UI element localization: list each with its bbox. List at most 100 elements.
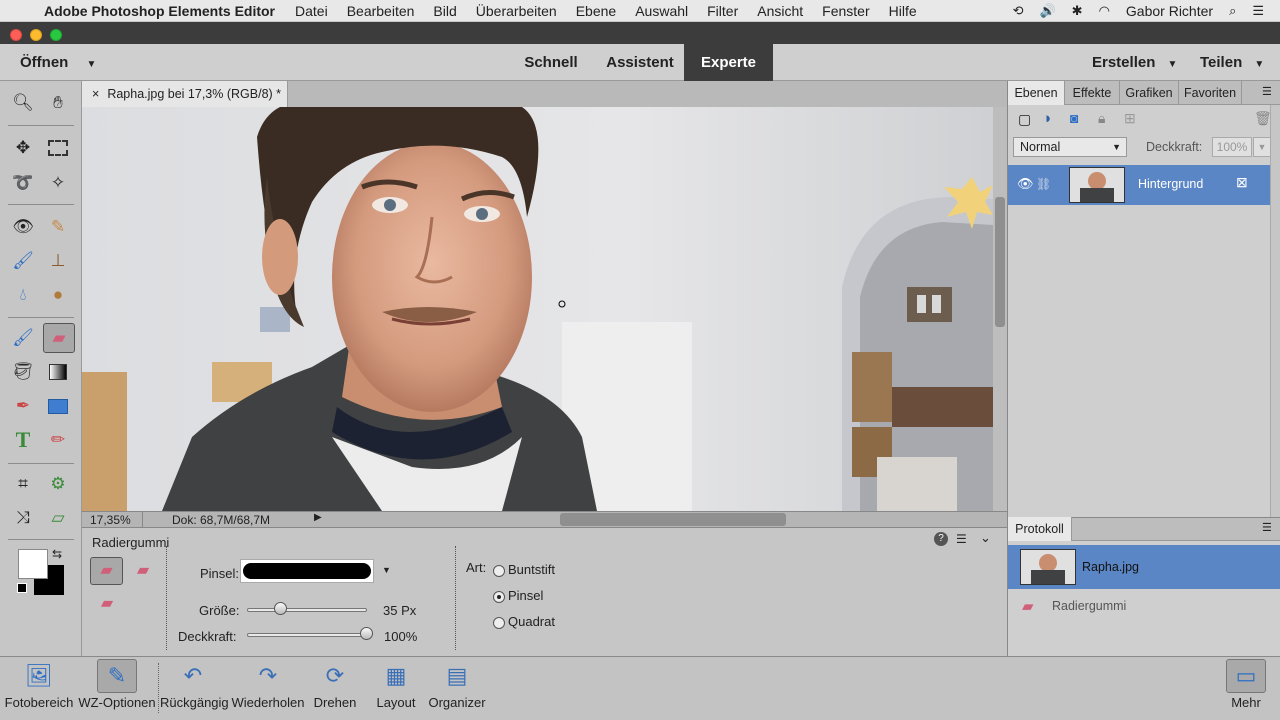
link-layer-icon[interactable]: ⛓︎ [1036, 177, 1051, 191]
recompose-tool-icon[interactable]: ⚙︎ [43, 470, 73, 498]
history-item-radiergummi[interactable]: ▰ Radiergummi [1008, 591, 1280, 621]
tab-ebenen[interactable]: Ebenen [1008, 81, 1065, 105]
crop-tool-icon[interactable]: ⌗ [8, 470, 38, 498]
zoom-tool-icon[interactable]: 🔍︎ [8, 89, 38, 117]
type-option-pinsel[interactable]: Pinsel [493, 588, 543, 603]
opacity-slider-knob[interactable] [360, 627, 373, 640]
layer-name[interactable]: Hintergrund [1138, 177, 1203, 191]
organizer-button[interactable]: ▤ Organizer [426, 659, 488, 710]
open-button[interactable]: Öffnen ▼ [20, 44, 110, 81]
smart-brush-tool-icon[interactable]: 🖌︎ [8, 247, 38, 275]
more-button[interactable]: ▭ Mehr [1222, 659, 1270, 710]
minimize-window-button[interactable] [30, 29, 42, 41]
menu-bild[interactable]: Bild [433, 3, 456, 19]
eyedropper-tool-icon[interactable]: ✒ [8, 392, 38, 420]
size-slider-track[interactable] [247, 608, 367, 612]
red-eye-tool-icon[interactable]: 👁︎ [8, 213, 38, 241]
menu-ueberarbeiten[interactable]: Überarbeiten [476, 3, 557, 19]
type-option-buntstift[interactable]: Buntstift [493, 562, 555, 577]
new-layer-icon[interactable]: ▢ [1018, 111, 1031, 128]
close-tab-icon[interactable]: × [92, 87, 99, 101]
eraser-variant-icon[interactable]: ▰ [90, 557, 123, 585]
sponge-tool-icon[interactable]: ● [43, 281, 73, 309]
spot-healing-tool-icon[interactable]: ✎ [43, 213, 73, 241]
gradient-tool-icon[interactable] [43, 358, 73, 386]
zoom-level[interactable]: 17,35% [90, 513, 131, 527]
tab-protokoll[interactable]: Protokoll [1008, 517, 1072, 541]
horizontal-scroll-thumb[interactable] [560, 513, 786, 526]
default-colors-icon[interactable] [17, 583, 27, 593]
magic-eraser-icon[interactable]: ▰ [92, 592, 122, 618]
time-machine-icon[interactable]: ⟲ [1013, 3, 1024, 19]
blend-mode-select[interactable]: Normal ▼ [1013, 137, 1127, 157]
menu-ebene[interactable]: Ebene [576, 3, 616, 19]
content-aware-move-tool-icon[interactable]: ⤨ [8, 504, 38, 532]
eraser-tool-icon[interactable]: ▰ [43, 323, 75, 353]
layers-scrollbar[interactable] [1270, 105, 1280, 519]
layer-opacity-dropdown-icon[interactable]: ▼ [1253, 137, 1271, 157]
document-tab[interactable]: × Rapha.jpg bei 17,3% (RGB/8) * [82, 81, 288, 107]
clone-stamp-tool-icon[interactable]: ⊥ [43, 247, 73, 275]
collapse-chevron-icon[interactable]: ⌄ [980, 530, 991, 546]
pencil-tool-icon[interactable]: ✏︎ [43, 426, 73, 454]
notification-center-icon[interactable]: ☰ [1252, 3, 1264, 19]
menu-auswahl[interactable]: Auswahl [635, 3, 688, 19]
foreground-color-swatch-top[interactable] [18, 549, 48, 579]
help-icon[interactable]: ? [934, 532, 948, 546]
tab-effekte[interactable]: Effekte [1065, 81, 1120, 105]
menu-fenster[interactable]: Fenster [822, 3, 869, 19]
layer-mask-icon[interactable]: ◙ [1070, 110, 1078, 126]
layer-row-hintergrund[interactable]: 👁︎ ⛓︎ Hintergrund ⊠ [1008, 165, 1270, 205]
tool-options-button[interactable]: ✎ WZ-Optionen [78, 659, 156, 710]
redo-button[interactable]: ↷ Wiederholen [230, 659, 306, 710]
brush-tool-icon[interactable]: 🖌︎ [8, 324, 38, 352]
straighten-tool-icon[interactable]: ⏥ [43, 504, 73, 532]
mode-experte[interactable]: Experte [684, 44, 773, 81]
quick-selection-tool-icon[interactable]: ✧ [43, 169, 73, 197]
app-name[interactable]: Adobe Photoshop Elements Editor [44, 3, 275, 19]
options-menu-icon[interactable]: ☰ [956, 532, 967, 546]
menu-datei[interactable]: Datei [295, 3, 328, 19]
brush-picker-arrow-icon[interactable]: ▼ [382, 565, 391, 575]
brush-preview[interactable] [240, 559, 374, 583]
history-item-rapha[interactable]: Rapha.jpg [1008, 545, 1280, 589]
create-button[interactable]: Erstellen ▼ [1092, 44, 1182, 81]
radio-quadrat[interactable] [493, 616, 505, 629]
menu-filter[interactable]: Filter [707, 3, 738, 19]
menu-ansicht[interactable]: Ansicht [757, 3, 803, 19]
paint-bucket-tool-icon[interactable]: 🪣︎ [8, 358, 38, 386]
layout-button[interactable]: ▦ Layout [370, 659, 422, 710]
type-tool-icon[interactable]: T [8, 426, 38, 454]
undo-button[interactable]: ↶ Rückgängig [160, 659, 229, 710]
tab-favoriten[interactable]: Favoriten [1179, 81, 1242, 105]
layer-locked-icon[interactable]: ⊠ [1236, 174, 1248, 191]
hand-tool-icon[interactable]: ✋︎ [43, 89, 73, 117]
radio-pinsel[interactable] [493, 590, 505, 603]
menu-hilfe[interactable]: Hilfe [889, 3, 917, 19]
size-slider-knob[interactable] [273, 602, 287, 615]
blur-tool-icon[interactable]: 💧︎ [8, 281, 38, 309]
history-menu-icon[interactable]: ☰ [1262, 521, 1272, 534]
lasso-tool-icon[interactable]: ➰ [8, 169, 38, 197]
mode-schnell[interactable]: Schnell [510, 44, 592, 81]
zoom-window-button[interactable] [50, 29, 62, 41]
spotlight-search-icon[interactable]: ⌕ [1229, 3, 1236, 19]
user-name[interactable]: Gabor Richter [1126, 3, 1213, 19]
type-option-quadrat[interactable]: Quadrat [493, 614, 555, 629]
panel-menu-icon[interactable]: ☰ [1262, 85, 1272, 98]
visibility-eye-icon[interactable]: 👁︎ [1017, 176, 1034, 192]
lock-all-icon[interactable]: 🔒︎ [1098, 110, 1105, 127]
volume-icon[interactable]: 🔊 [1039, 3, 1055, 19]
vertical-scroll-thumb[interactable] [995, 197, 1005, 327]
adjustment-layer-icon[interactable]: ◑ [1042, 110, 1051, 127]
rotate-button[interactable]: ⟳ Drehen [308, 659, 362, 710]
bluetooth-icon[interactable]: ✱ [1072, 3, 1083, 19]
close-window-button[interactable] [10, 29, 22, 41]
share-button[interactable]: Teilen ▼ [1200, 44, 1272, 81]
shape-tool-icon[interactable] [43, 392, 73, 420]
background-eraser-icon[interactable]: ▰ [128, 559, 158, 585]
radio-buntstift[interactable] [493, 564, 505, 577]
tab-grafiken[interactable]: Grafiken [1120, 81, 1179, 105]
canvas-vertical-scrollbar[interactable] [993, 107, 1007, 511]
layer-opacity-field[interactable]: 100% [1212, 137, 1252, 157]
